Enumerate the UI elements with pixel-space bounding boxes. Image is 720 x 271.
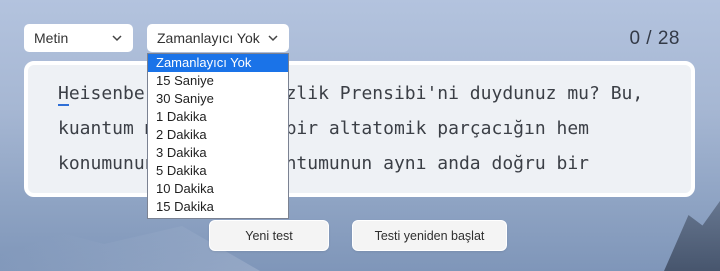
timer-option[interactable]: 2 Dakika bbox=[148, 126, 288, 144]
timer-option[interactable]: 15 Saniye bbox=[148, 72, 288, 90]
timer-select[interactable]: Zamanlayıcı Yok bbox=[147, 24, 289, 52]
chevron-down-icon bbox=[268, 35, 278, 42]
mode-select[interactable]: Metin bbox=[24, 24, 133, 52]
timer-option[interactable]: 5 Dakika bbox=[148, 162, 288, 180]
new-test-button[interactable]: Yeni test bbox=[209, 220, 329, 251]
mode-select-value: Metin bbox=[34, 30, 69, 46]
timer-option[interactable]: 30 Saniye bbox=[148, 90, 288, 108]
timer-option[interactable]: 3 Dakika bbox=[148, 144, 288, 162]
timer-select-value: Zamanlayıcı Yok bbox=[157, 30, 260, 46]
timer-dropdown-list[interactable]: Zamanlayıcı Yok 15 Saniye 30 Saniye 1 Dakik… bbox=[147, 53, 289, 219]
current-char-caret: H bbox=[58, 83, 69, 106]
typing-text-area[interactable]: Heisenberg'in Belirsizlik Prensibi'ni du… bbox=[24, 61, 695, 197]
chevron-down-icon bbox=[112, 35, 122, 42]
timer-option[interactable]: Zamanlayıcı Yok bbox=[148, 54, 288, 72]
restart-test-button[interactable]: Testi yeniden başlat bbox=[352, 220, 507, 251]
timer-option[interactable]: 1 Dakika bbox=[148, 108, 288, 126]
background-mountain bbox=[664, 201, 720, 271]
timer-option[interactable]: 15 Dakika bbox=[148, 198, 288, 216]
word-counter: 0 / 28 bbox=[629, 28, 680, 49]
timer-option[interactable]: 10 Dakika bbox=[148, 180, 288, 198]
